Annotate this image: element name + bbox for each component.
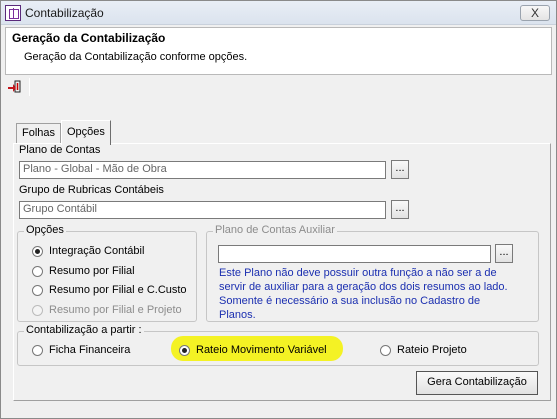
plano-auxiliar-group-title: Plano de Contas Auxiliar bbox=[213, 224, 337, 236]
toolbar-separator bbox=[29, 78, 30, 96]
option-label: Resumo por Filial bbox=[49, 265, 135, 277]
grupo-rubricas-lookup-button[interactable]: ... bbox=[391, 200, 409, 219]
option-label: Resumo por Filial e Projeto bbox=[49, 304, 182, 316]
opcoes-group-title: Opções bbox=[24, 224, 66, 236]
contabilizacao-group-title: Contabilização a partir : bbox=[24, 324, 144, 336]
grupo-rubricas-label: Grupo de Rubricas Contábeis bbox=[19, 184, 164, 196]
plano-auxiliar-lookup-button[interactable]: ... bbox=[495, 244, 513, 263]
tab-folhas[interactable]: Folhas bbox=[16, 123, 62, 144]
option-label: Resumo por Filial e C.Custo bbox=[49, 284, 187, 296]
plano-auxiliar-field[interactable] bbox=[218, 245, 491, 263]
header-title: Geração da Contabilização bbox=[12, 31, 166, 45]
radio-resumo-filial-ccusto[interactable] bbox=[32, 285, 43, 296]
execute-icon[interactable] bbox=[6, 78, 24, 95]
app-icon bbox=[5, 5, 21, 21]
plano-contas-lookup-button[interactable]: ... bbox=[391, 160, 409, 179]
header-subtitle: Geração da Contabilização conforme opçõe… bbox=[24, 51, 248, 63]
close-button[interactable]: X bbox=[520, 5, 550, 21]
radio-resumo-filial-projeto bbox=[32, 305, 43, 316]
radio-rateio-movimento-variavel[interactable] bbox=[179, 345, 190, 356]
plano-contas-label: Plano de Contas bbox=[19, 144, 101, 156]
plano-contas-field[interactable]: Plano - Global - Mão de Obra bbox=[19, 161, 386, 179]
radio-ficha-financeira[interactable] bbox=[32, 345, 43, 356]
radio-resumo-filial[interactable] bbox=[32, 266, 43, 277]
option-label: Ficha Financeira bbox=[49, 344, 131, 356]
plano-auxiliar-note: Este Plano não deve possuir outra função… bbox=[219, 267, 508, 321]
title-bar[interactable]: Contabilização X bbox=[1, 1, 556, 25]
contabilizacao-window: Contabilização X Geração da Contabilizaç… bbox=[0, 0, 557, 419]
grupo-rubricas-field[interactable]: Grupo Contábil bbox=[19, 201, 386, 219]
radio-rateio-projeto[interactable] bbox=[380, 345, 391, 356]
tab-opcoes[interactable]: Opções bbox=[61, 120, 111, 145]
option-label: Rateio Movimento Variável bbox=[196, 344, 327, 356]
option-label: Rateio Projeto bbox=[397, 344, 467, 356]
window-title: Contabilização bbox=[25, 6, 104, 20]
header-panel: Geração da Contabilização Geração da Con… bbox=[5, 27, 552, 75]
gera-contabilizacao-button[interactable]: Gera Contabilização bbox=[416, 371, 538, 395]
toolbar bbox=[5, 77, 552, 97]
radio-integracao-contabil[interactable] bbox=[32, 246, 43, 257]
option-label: Integração Contábil bbox=[49, 245, 145, 257]
